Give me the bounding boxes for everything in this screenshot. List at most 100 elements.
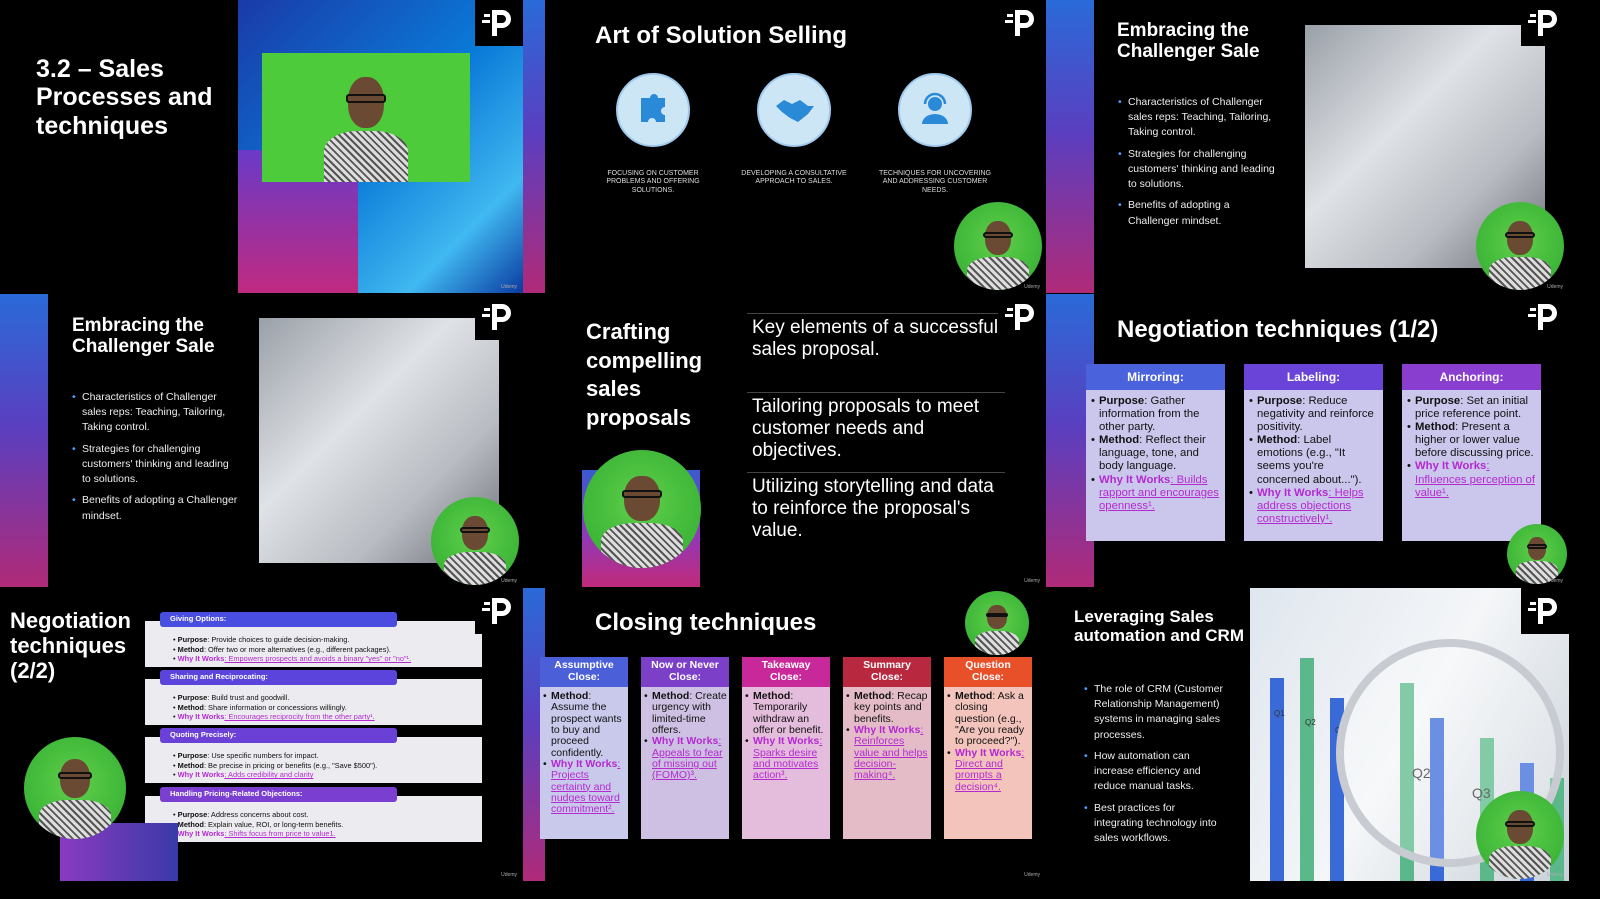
bullet-item: • Why It Works: Encourages reciprocity f… bbox=[173, 712, 482, 722]
chart-tick-label: Q2 bbox=[1305, 718, 1316, 727]
slide-thumbnail-1[interactable]: 3.2 – Sales Processes and techniques Ude… bbox=[0, 0, 523, 293]
why-it-works-item: Why It Works: Direct and prompts a decis… bbox=[946, 747, 1030, 793]
slide-title: Negotiation techniques (1/2) bbox=[1117, 316, 1439, 343]
brand-logo-icon bbox=[475, 294, 523, 340]
item-label: Method bbox=[1415, 421, 1456, 434]
why-it-works-item: Why It Works: Sparks desire and motivate… bbox=[744, 736, 828, 781]
bullet-item: Method: Assume the prospect wants to buy… bbox=[542, 690, 626, 759]
bullet-item: Method: Create urgency with limited-time… bbox=[643, 690, 727, 736]
bullet-item: Purpose: Gather information from the oth… bbox=[1090, 395, 1221, 434]
card-bullets: Method: Recap key points and benefits.Wh… bbox=[843, 687, 931, 782]
divider bbox=[747, 392, 1005, 393]
bullet-item: Strategies for challenging customers' th… bbox=[1118, 147, 1283, 193]
card-header: Anchoring: bbox=[1402, 364, 1541, 390]
bullet-item: • Why It Works: Adds credibility and cla… bbox=[173, 770, 482, 780]
webcam-video bbox=[954, 202, 1042, 290]
bullet-list: Characteristics of Challenger sales reps… bbox=[72, 390, 240, 530]
card-header: Summary Close: bbox=[843, 657, 931, 687]
row-header: Quoting Precisely: bbox=[160, 728, 397, 743]
slide-thumbnail-5[interactable]: Crafting compelling sales proposals Key … bbox=[523, 294, 1046, 587]
item-text: : Offer two or more alternatives (e.g., … bbox=[203, 644, 391, 654]
bullet-list: Characteristics of Challenger sales reps… bbox=[1118, 95, 1283, 235]
slide-thumbnail-6[interactable]: Negotiation techniques (1/2) Mirroring: P… bbox=[1046, 294, 1569, 587]
slide-thumbnail-7[interactable]: Negotiation techniques (2/2) Giving Opti… bbox=[0, 588, 523, 881]
item-label: Method bbox=[854, 690, 892, 702]
item-label: Why It Works bbox=[177, 829, 225, 839]
row-bullets: • Purpose: Address concerns about cost.•… bbox=[173, 810, 482, 839]
row-header: Sharing and Reciprocating: bbox=[160, 670, 397, 685]
closing-card: Question Close:Method: Ask a closing que… bbox=[944, 657, 1032, 839]
slide-thumbnail-4[interactable]: Embracing the Challenger Sale Characteri… bbox=[0, 294, 523, 587]
bullet-item: Method: Ask a closing question (e.g., "A… bbox=[946, 690, 1030, 748]
item-label: Why It Works bbox=[652, 735, 719, 748]
technique-row: Quoting Precisely: • Purpose: Use specifi… bbox=[145, 728, 482, 783]
card-bullets: Purpose: Set an initial price reference … bbox=[1402, 390, 1541, 500]
bullet-item: Purpose: Set an initial price reference … bbox=[1406, 395, 1537, 421]
support-agent-icon bbox=[898, 73, 972, 147]
card-bullets: Method: Ask a closing question (e.g., "A… bbox=[944, 687, 1032, 793]
card-header: Question Close: bbox=[944, 657, 1032, 687]
item-text: : Shifts focus from price to value1. bbox=[224, 829, 336, 839]
row-bullets: • Purpose: Build trust and goodwill. • Me… bbox=[173, 693, 482, 722]
bullet-item: Benefits of adopting a Challenger mindse… bbox=[1118, 198, 1283, 228]
slide-thumbnail-2[interactable]: Art of Solution Selling FOCUSING ON CUST… bbox=[523, 0, 1046, 293]
watermark: Udemy bbox=[1024, 284, 1040, 290]
webcam-video bbox=[1476, 791, 1564, 879]
card-header: Labeling: bbox=[1244, 364, 1383, 390]
card-bullets: Purpose: Gather information from the oth… bbox=[1086, 390, 1225, 513]
item-label: Method bbox=[955, 690, 993, 702]
item-label: Why It Works bbox=[177, 712, 225, 722]
webcam-video bbox=[262, 53, 470, 182]
item-label: Purpose bbox=[1099, 395, 1145, 407]
item-label: Method bbox=[177, 702, 204, 712]
item-label: Method bbox=[177, 819, 204, 829]
technique-card: Labeling: Purpose: Reduce negativity and … bbox=[1244, 364, 1383, 541]
slide-thumbnail-3[interactable]: Embracing the Challenger Sale Characteri… bbox=[1046, 0, 1569, 293]
item-text: : Use specific numbers for impact. bbox=[207, 751, 319, 760]
bullet-item: Method: Temporarily withdraw an offer or… bbox=[744, 690, 828, 736]
item-text: : Be precise in pricing or benefits (e.g… bbox=[203, 760, 378, 770]
item-label: Method bbox=[177, 760, 204, 770]
why-it-works-item: Why It Works: Appeals to fear of missing… bbox=[643, 736, 727, 781]
card-header: Now or Never Close: bbox=[641, 657, 729, 687]
bullet-item: Characteristics of Challenger sales reps… bbox=[1118, 95, 1283, 141]
card-header: Assumptive Close: bbox=[540, 657, 628, 687]
slide-thumbnail-9[interactable]: Leveraging Sales automation and CRM The … bbox=[1046, 588, 1569, 881]
item-label: Method bbox=[1099, 434, 1140, 447]
bullet-item: How automation can increase efficiency a… bbox=[1084, 749, 1224, 795]
watermark: Udemy bbox=[1024, 872, 1040, 878]
item-label: Purpose bbox=[1257, 395, 1303, 407]
webcam-video bbox=[431, 497, 519, 585]
brand-logo-icon bbox=[998, 294, 1046, 340]
proposal-point: Key elements of a successful sales propo… bbox=[752, 317, 999, 361]
item-label: Why It Works bbox=[753, 735, 820, 748]
item-label: Purpose bbox=[177, 635, 208, 644]
item-text: : Provide choices to guide decision-maki… bbox=[207, 635, 350, 644]
why-it-works-item: Why It Works: Builds rapport and encoura… bbox=[1090, 474, 1221, 513]
bullet-item: • Purpose: Build trust and goodwill. bbox=[173, 693, 482, 703]
item-label: Purpose bbox=[177, 810, 208, 819]
item-label: Method bbox=[177, 644, 204, 654]
bullet-item: • Purpose: Use specific numbers for impa… bbox=[173, 751, 482, 761]
item-text: : Explain value, ROI, or long-term benef… bbox=[203, 819, 344, 829]
technique-card: Anchoring: Purpose: Set an initial price … bbox=[1402, 364, 1541, 541]
item-label: Why It Works bbox=[1099, 473, 1171, 486]
brand-logo-icon bbox=[1521, 0, 1569, 46]
slide-title: Embracing the Challenger Sale bbox=[1117, 20, 1260, 63]
gradient-strip bbox=[0, 294, 48, 587]
slide-thumbnail-8[interactable]: Closing techniques Assumptive Close:Meth… bbox=[523, 588, 1046, 881]
item-text: : Address concerns about cost. bbox=[207, 810, 309, 819]
bullet-list: The role of CRM (Customer Relationship M… bbox=[1084, 682, 1224, 852]
chart-bar bbox=[1300, 658, 1314, 881]
handshake-icon bbox=[757, 73, 831, 147]
bullet-item: Method: Recap key points and benefits. bbox=[845, 690, 929, 725]
watermark: Udemy bbox=[1024, 578, 1040, 584]
closing-card: Now or Never Close:Method: Create urgenc… bbox=[641, 657, 729, 839]
watermark: Udemy bbox=[501, 284, 517, 290]
bullet-item: Benefits of adopting a Challenger mindse… bbox=[72, 493, 240, 523]
icon-caption: FOCUSING ON CUSTOMER PROBLEMS AND OFFERI… bbox=[606, 170, 700, 194]
bullet-item: Characteristics of Challenger sales reps… bbox=[72, 390, 240, 436]
bullet-item: Method: Label emotions (e.g., "It seems … bbox=[1248, 434, 1379, 486]
slide-title: Embracing the Challenger Sale bbox=[72, 315, 215, 358]
item-label: Purpose bbox=[1415, 395, 1461, 407]
